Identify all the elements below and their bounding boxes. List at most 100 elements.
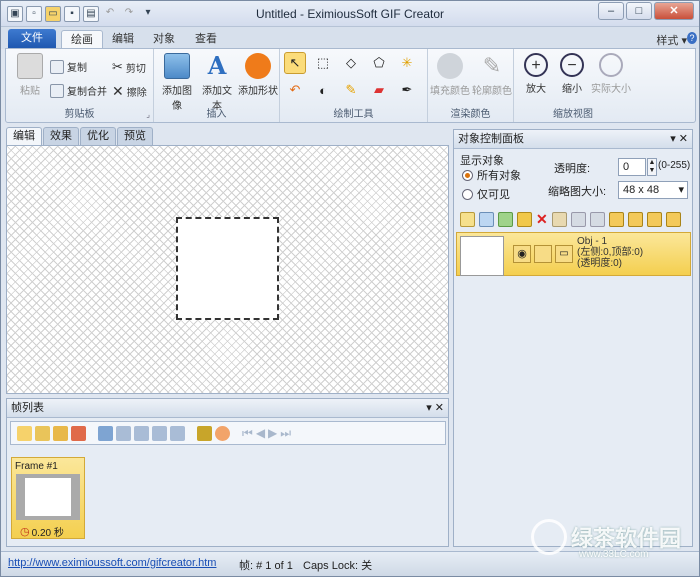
frame-panel-header: 帧列表 ▾ ✕ xyxy=(7,399,448,418)
frame-move-icon[interactable] xyxy=(134,425,149,441)
insert-group: 添加图像 A 添加文本 添加形状 插入 xyxy=(154,49,280,122)
add-image-button[interactable]: 添加图像 xyxy=(158,53,196,112)
duplicate-object-icon[interactable] xyxy=(479,211,494,227)
panel-menu-close-icon[interactable]: ▾ ✕ xyxy=(670,130,688,148)
frame-name: Frame #1 xyxy=(15,461,58,472)
object-name: Obj - 1 xyxy=(577,236,608,247)
delete-object-icon[interactable]: ✕ xyxy=(536,211,548,228)
prev-frame-icon[interactable]: ◀ xyxy=(256,426,265,440)
outline-color-button[interactable]: ✎ 轮廓颜色 xyxy=(472,53,512,97)
zoom-group-label: 缩放视图 xyxy=(553,109,593,120)
poly-select-icon[interactable]: ⬠ xyxy=(368,52,390,74)
document-tabs: 编辑 效果 优化 预览 xyxy=(6,127,154,145)
copy-button[interactable]: 复制 xyxy=(50,59,87,74)
frame-delay[interactable]: ◷ 0.20 秒 xyxy=(20,524,64,539)
add-frame-icon[interactable] xyxy=(17,425,32,441)
first-frame-icon[interactable]: ⏮ xyxy=(242,426,253,441)
style-menu[interactable]: 样式 ▾ xyxy=(656,32,687,48)
rotate-icon[interactable]: ↶ xyxy=(284,79,306,101)
text-a-icon: A xyxy=(207,51,227,80)
fill-color-button[interactable]: 填充颜色 xyxy=(430,53,470,97)
color-picker-icon[interactable]: ✒ xyxy=(396,79,418,101)
export-object-icon[interactable] xyxy=(517,211,532,227)
close-button[interactable]: ✕ xyxy=(654,2,694,20)
dialog-launcher-icon[interactable]: ⌟ xyxy=(146,110,150,119)
lock-toggle-icon[interactable] xyxy=(534,245,552,263)
ribbon: 粘贴 复制 ✂ 剪切 复制合并 ✕ 擦除 剪贴板 ⌟ 添加图像 A 添加文本 添… xyxy=(5,48,696,123)
send-backward-icon[interactable] xyxy=(646,211,662,227)
cut-button[interactable]: ✂ 剪切 xyxy=(112,59,146,75)
radio-all-objects[interactable]: 所有对象 xyxy=(462,167,521,183)
paste-button[interactable]: 粘贴 xyxy=(14,53,46,97)
delete-frame-icon[interactable] xyxy=(71,425,86,441)
last-frame-icon[interactable]: ⏭ xyxy=(280,426,291,441)
bring-front-icon[interactable] xyxy=(608,211,624,227)
website-link[interactable]: http://www.eximioussoft.com/gifcreator.h… xyxy=(8,557,216,569)
fill-bucket-icon[interactable]: ◐ xyxy=(312,79,334,101)
lasso-select-icon[interactable]: ◇ xyxy=(340,52,362,74)
app-window: ▣ ▫ ▭ ▪ ▤ ↶ ↷ ▾ Untitled - EximiousSoft … xyxy=(0,0,700,577)
insert-frame-icon[interactable] xyxy=(35,425,50,441)
frame-timer-icon[interactable] xyxy=(215,425,230,441)
zoom-in-button[interactable]: + 放大 xyxy=(518,53,554,95)
watermark-url: www.33LC.com xyxy=(579,549,649,560)
object-control-panel: 对象控制面板 ▾ ✕ 显示对象 所有对象 仅可见 透明度: 0 ▲ ▼ (0-25… xyxy=(453,129,693,547)
eraser-icon[interactable]: ▰ xyxy=(368,79,390,101)
minimize-button[interactable]: – xyxy=(598,2,624,20)
add-text-button[interactable]: A 添加文本 xyxy=(198,51,236,113)
frame-properties-icon[interactable] xyxy=(170,425,185,441)
add-shape-button[interactable]: 添加形状 xyxy=(238,53,278,97)
radio-visible-only[interactable]: 仅可见 xyxy=(462,186,510,202)
visibility-eye-icon[interactable]: ◉ xyxy=(513,245,531,263)
pencil-icon[interactable]: ✎ xyxy=(340,79,362,101)
object-row[interactable]: ◉ ▭ Obj - 1 (左侧:0,顶部:0) (透明度:0) xyxy=(456,232,691,276)
frame-delay-icon[interactable] xyxy=(197,425,212,441)
radio-on-icon xyxy=(462,169,473,181)
properties-icon[interactable] xyxy=(551,211,567,227)
maximize-button[interactable]: □ xyxy=(626,2,652,20)
tab-view[interactable]: 查看 xyxy=(190,30,222,49)
object-toolbar: ✕ xyxy=(456,208,690,230)
next-frame-icon[interactable]: ▶ xyxy=(268,426,277,440)
zoom-out-icon: − xyxy=(560,53,584,77)
tab-optimize[interactable]: 优化 xyxy=(80,127,116,145)
opacity-spinner-icon[interactable]: ▲ ▼ xyxy=(647,158,657,176)
magic-wand-icon[interactable]: ✳ xyxy=(396,52,418,74)
frame-paste-icon[interactable] xyxy=(116,425,131,441)
new-object-icon[interactable] xyxy=(460,211,475,227)
rect-select-icon[interactable]: ⬚ xyxy=(312,52,334,74)
frame-list-panel: 帧列表 ▾ ✕ ⏮ ◀ ▶ ⏭ Frame #1 ◷ 0.20 秒 xyxy=(6,398,449,547)
flatten-icon[interactable] xyxy=(589,211,605,227)
import-object-icon[interactable] xyxy=(498,211,513,227)
actual-size-button[interactable]: 实际大小 xyxy=(590,53,632,95)
opacity-label: 透明度: xyxy=(554,163,591,175)
canvas[interactable] xyxy=(6,145,449,394)
tab-file[interactable]: 文件 xyxy=(8,29,56,48)
frame-copy-icon[interactable] xyxy=(98,425,113,441)
draw-tools-group-label: 绘制工具 xyxy=(333,109,374,120)
tab-effects[interactable]: 效果 xyxy=(43,127,79,145)
tab-object[interactable]: 对象 xyxy=(148,30,180,49)
send-back-icon[interactable] xyxy=(665,211,681,227)
tab-edit[interactable]: 编辑 xyxy=(107,30,139,49)
merge-icon[interactable] xyxy=(570,211,586,227)
frame-reverse-icon[interactable] xyxy=(152,425,167,441)
object-panel-title: 对象控制面板 xyxy=(458,133,524,145)
help-icon[interactable]: ? xyxy=(687,32,697,44)
edit-frame-icon[interactable] xyxy=(53,425,68,441)
bring-forward-icon[interactable] xyxy=(627,211,643,227)
copy-merge-button[interactable]: 复制合并 xyxy=(50,83,107,98)
frame-panel-menu-close-icon[interactable]: ▾ ✕ xyxy=(426,399,444,417)
document-area: 编辑 效果 优化 预览 xyxy=(6,127,449,394)
pointer-tool-icon[interactable]: ↖ xyxy=(284,52,306,74)
magnifier-icon xyxy=(599,53,623,77)
frame-item[interactable]: Frame #1 ◷ 0.20 秒 xyxy=(11,457,85,539)
canvas-frame[interactable] xyxy=(176,217,279,320)
tab-edit-doc[interactable]: 编辑 xyxy=(6,127,42,145)
tab-preview[interactable]: 预览 xyxy=(117,127,153,145)
thumb-size-select[interactable]: 48 x 48 ▾ xyxy=(618,181,688,199)
zoom-out-button[interactable]: − 缩小 xyxy=(554,53,590,95)
tab-draw[interactable]: 绘画 xyxy=(61,30,103,49)
opacity-input[interactable]: 0 xyxy=(618,158,646,176)
erase-button[interactable]: ✕ 擦除 xyxy=(112,83,147,100)
